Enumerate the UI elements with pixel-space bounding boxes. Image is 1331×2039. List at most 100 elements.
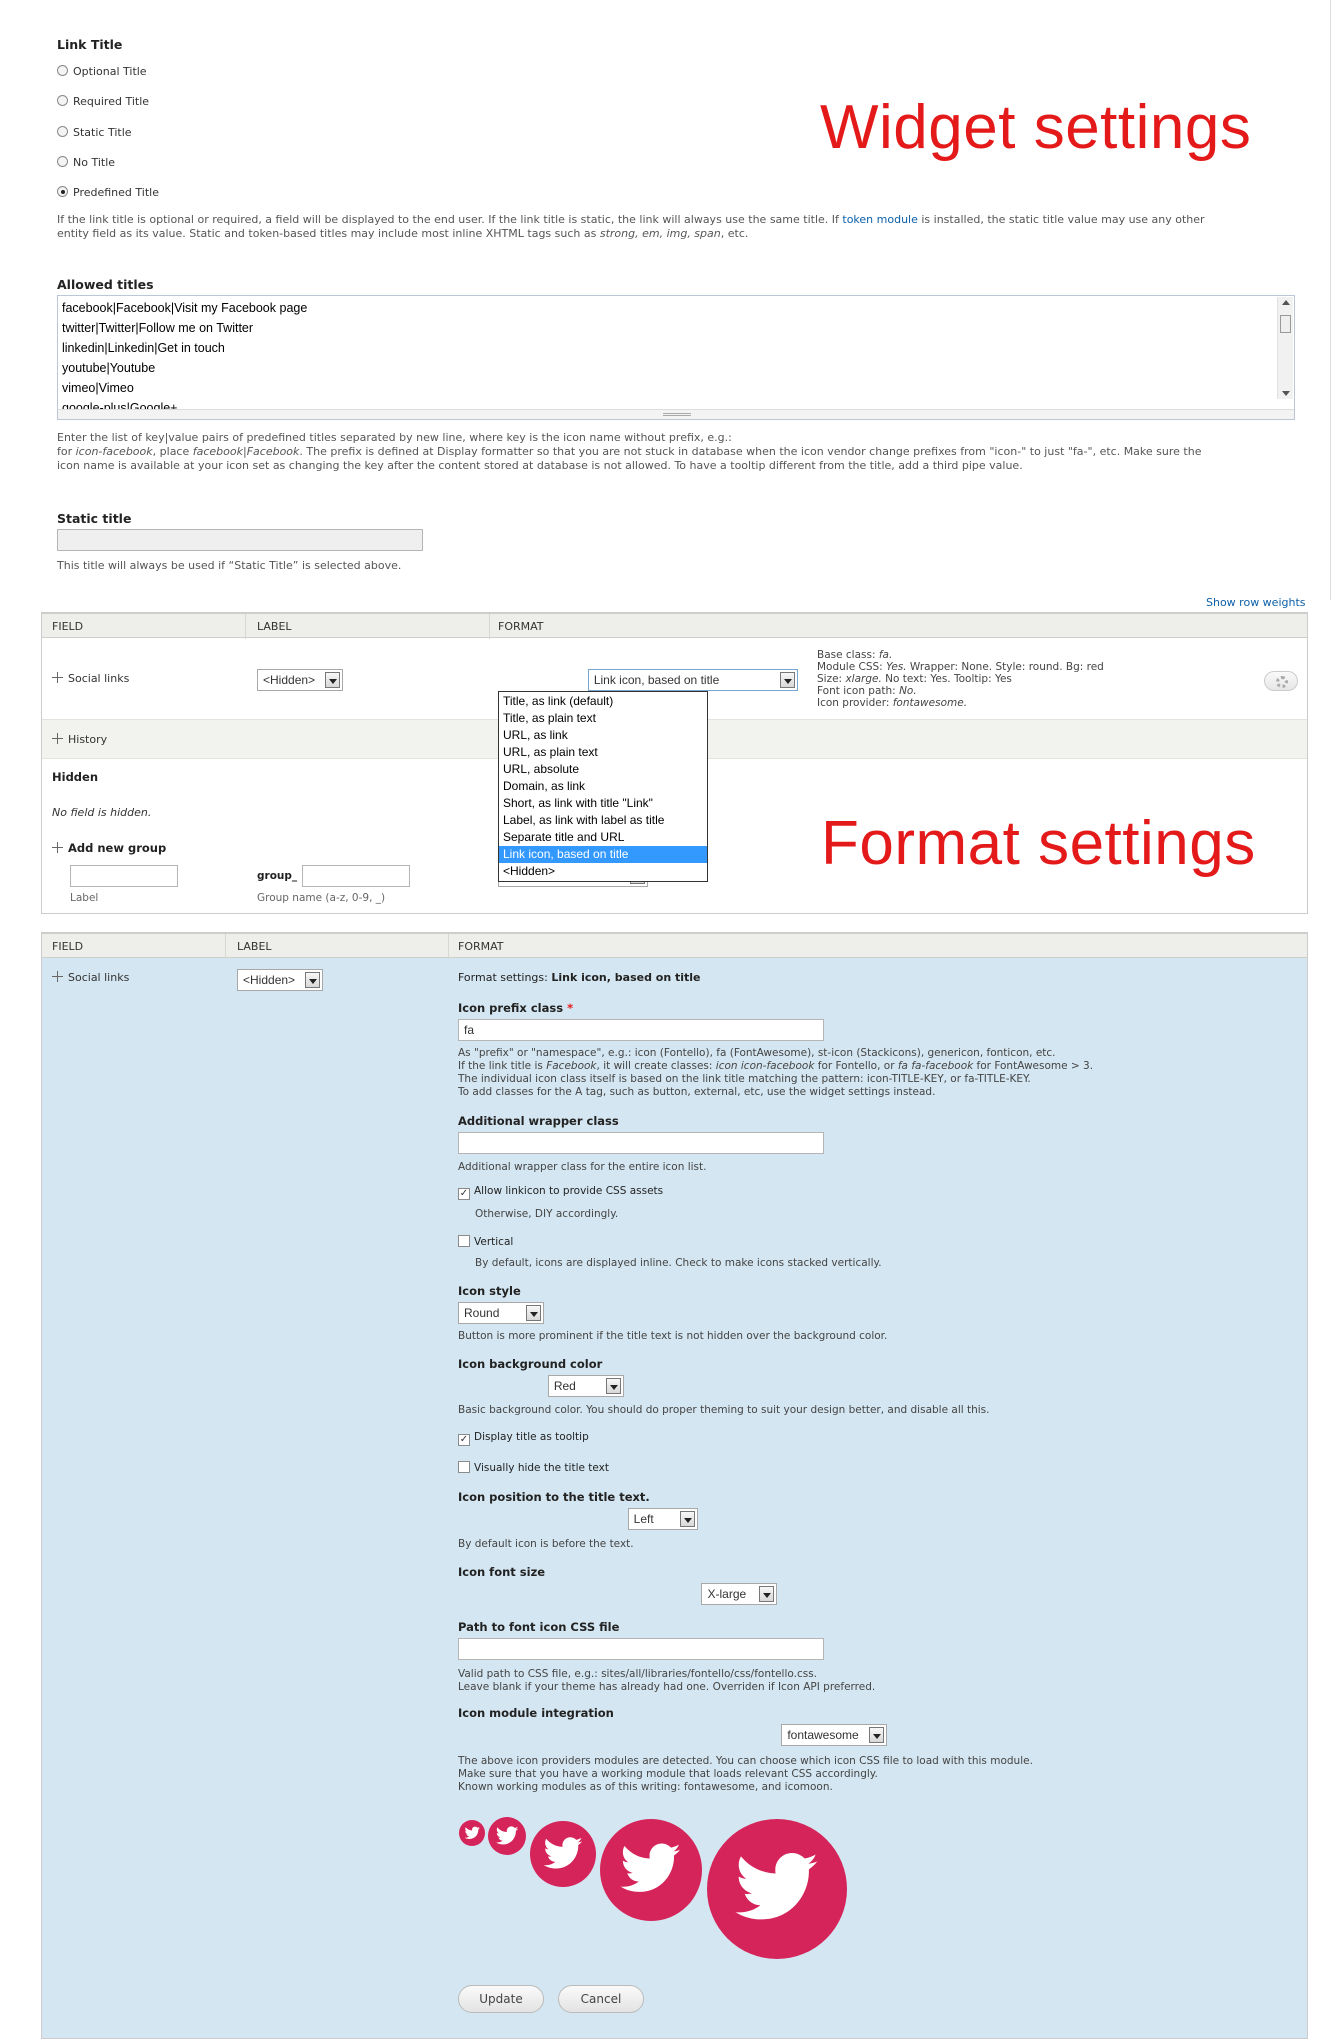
no-field-hidden-text: No field is hidden.: [52, 806, 152, 819]
dropdown-option[interactable]: URL, absolute: [499, 761, 707, 778]
allowed-titles-label: Allowed titles: [57, 277, 154, 292]
chevron-down-icon: [869, 1727, 885, 1743]
icon-position-help: By default icon is before the text.: [458, 1538, 634, 1550]
group-label-caption: Label: [70, 892, 99, 904]
widget-settings-banner: Widget settings: [820, 93, 1252, 162]
format-settings-intro: Format settings: Link icon, based on tit…: [458, 971, 701, 984]
radio-required-title[interactable]: Required Title: [57, 94, 149, 108]
radio-icon[interactable]: [57, 126, 68, 137]
group-name-input[interactable]: [302, 865, 410, 887]
icon-style-help: Button is more prominent if the title te…: [458, 1330, 888, 1342]
panel-row-field-name[interactable]: Social links: [52, 971, 129, 984]
group-name-caption: Group name (a-z, 0-9, _): [257, 892, 386, 904]
icon-position-label: Icon position to the title text.: [458, 1490, 650, 1504]
drag-handle-icon[interactable]: [52, 733, 63, 744]
dropdown-option[interactable]: Label, as link with label as title: [499, 812, 707, 829]
group-label-input[interactable]: [70, 865, 178, 887]
radio-no-title[interactable]: No Title: [57, 155, 115, 169]
dropdown-option[interactable]: <Hidden>: [499, 863, 707, 880]
twitter-icon-preview-sm: [488, 1817, 526, 1855]
header-label: LABEL: [257, 620, 292, 633]
icon-bg-color-help: Basic background color. You should do pr…: [458, 1404, 990, 1416]
token-module-link[interactable]: token module: [842, 213, 917, 226]
drag-handle-icon[interactable]: [52, 971, 63, 982]
gear-icon[interactable]: [1264, 671, 1298, 691]
textarea-resize-grip[interactable]: [58, 409, 1294, 419]
radio-predefined-title[interactable]: Predefined Title: [57, 185, 159, 199]
checkbox-checked-icon[interactable]: ✓: [458, 1188, 470, 1200]
chevron-down-icon: [679, 1511, 695, 1527]
static-title-input[interactable]: [57, 529, 423, 551]
radio-static-title[interactable]: Static Title: [57, 125, 132, 139]
textarea-scrollbar[interactable]: [1277, 297, 1293, 399]
dropdown-option[interactable]: Separate title and URL: [499, 829, 707, 846]
header-label: LABEL: [237, 940, 272, 953]
drag-handle-icon[interactable]: [52, 672, 63, 683]
chevron-down-icon: [325, 672, 340, 688]
add-new-group-label: Add new group: [52, 841, 166, 855]
chevron-down-icon: [759, 1586, 775, 1602]
widget-settings-section: Link Title Optional Title Required Title…: [0, 0, 1331, 600]
twitter-icon-preview-xl: [707, 1819, 847, 1959]
allow-css-checkbox[interactable]: ✓ Allow linkicon to provide CSS assets: [458, 1185, 663, 1200]
wrapper-class-label: Additional wrapper class: [458, 1114, 619, 1128]
drag-handle-icon: [52, 842, 63, 853]
twitter-icon-preview-md: [530, 1821, 596, 1887]
radio-icon[interactable]: [57, 156, 68, 167]
icon-position-select[interactable]: Left: [627, 1508, 698, 1530]
icon-style-select[interactable]: Round: [458, 1302, 544, 1324]
icon-module-select[interactable]: fontawesome: [781, 1724, 888, 1746]
row-history-name[interactable]: History: [52, 733, 107, 746]
twitter-icon: [464, 1826, 480, 1839]
panel-label-select[interactable]: <Hidden>: [237, 969, 323, 991]
label-select[interactable]: <Hidden>: [257, 669, 343, 691]
dropdown-option[interactable]: URL, as plain text: [499, 744, 707, 761]
format-settings-form: Format settings: Link icon, based on tit…: [458, 933, 1298, 2033]
dropdown-option[interactable]: URL, as link: [499, 727, 707, 744]
tooltip-checkbox[interactable]: ✓ Display title as tooltip: [458, 1431, 589, 1446]
checkbox-icon[interactable]: [458, 1461, 470, 1473]
twitter-icon-preview-lg: [600, 1819, 702, 1921]
allowed-titles-textarea[interactable]: facebook|Facebook|Visit my Facebook page…: [57, 295, 1295, 420]
dropdown-option[interactable]: Domain, as link: [499, 778, 707, 795]
header-field: FIELD: [52, 620, 84, 633]
allow-css-help: Otherwise, DIY accordingly.: [475, 1208, 619, 1220]
format-select[interactable]: Link icon, based on title: [587, 669, 798, 691]
radio-optional-title[interactable]: Optional Title: [57, 64, 147, 78]
icon-font-size-label: Icon font size: [458, 1565, 546, 1579]
icon-module-label: Icon module integration: [458, 1706, 614, 1720]
twitter-icon-preview-xs: [459, 1820, 485, 1846]
radio-icon[interactable]: [57, 95, 68, 106]
dropdown-option[interactable]: Title, as link (default): [499, 693, 707, 710]
icon-prefix-class-input[interactable]: fa: [458, 1019, 824, 1041]
checkbox-checked-icon[interactable]: ✓: [458, 1434, 470, 1446]
radio-icon-selected[interactable]: [57, 186, 68, 197]
dropdown-option[interactable]: Title, as plain text: [499, 710, 707, 727]
allowed-titles-lines: facebook|Facebook|Visit my Facebook page…: [62, 301, 308, 415]
table-header: FIELD LABEL FORMAT: [42, 613, 1307, 639]
dropdown-option-selected[interactable]: Link icon, based on title: [499, 846, 707, 863]
format-settings-panel: FIELD LABEL FORMAT Social links <Hidden>…: [41, 932, 1308, 2039]
font-css-path-label: Path to font icon CSS file: [458, 1620, 620, 1634]
twitter-icon: [735, 1853, 819, 1920]
icon-bg-color-label: Icon background color: [458, 1357, 603, 1371]
hidden-region-heading: Hidden: [52, 770, 99, 784]
dropdown-option[interactable]: Short, as link with title "Link": [499, 795, 707, 812]
cancel-button[interactable]: Cancel: [558, 1985, 644, 2013]
icon-module-help: The above icon providers modules are det…: [458, 1755, 1033, 1793]
checkbox-icon[interactable]: [458, 1235, 470, 1247]
show-row-weights-link[interactable]: Show row weights: [1206, 596, 1306, 609]
icon-bg-color-select[interactable]: Red: [547, 1375, 624, 1397]
wrapper-class-help: Additional wrapper class for the entire …: [458, 1161, 707, 1173]
icon-font-size-select[interactable]: X-large: [701, 1583, 778, 1605]
format-dropdown-list[interactable]: Title, as link (default) Title, as plain…: [498, 691, 708, 882]
wrapper-class-input[interactable]: [458, 1132, 824, 1154]
font-css-path-input[interactable]: [458, 1638, 824, 1660]
hide-text-checkbox[interactable]: Visually hide the title text: [458, 1461, 609, 1474]
icon-style-label: Icon style: [458, 1284, 521, 1298]
static-title-help: This title will always be used if “Stati…: [57, 559, 402, 572]
vertical-checkbox[interactable]: Vertical: [458, 1235, 513, 1248]
radio-icon[interactable]: [57, 65, 68, 76]
row-field-name[interactable]: Social links: [52, 672, 129, 685]
update-button[interactable]: Update: [458, 1985, 544, 2013]
